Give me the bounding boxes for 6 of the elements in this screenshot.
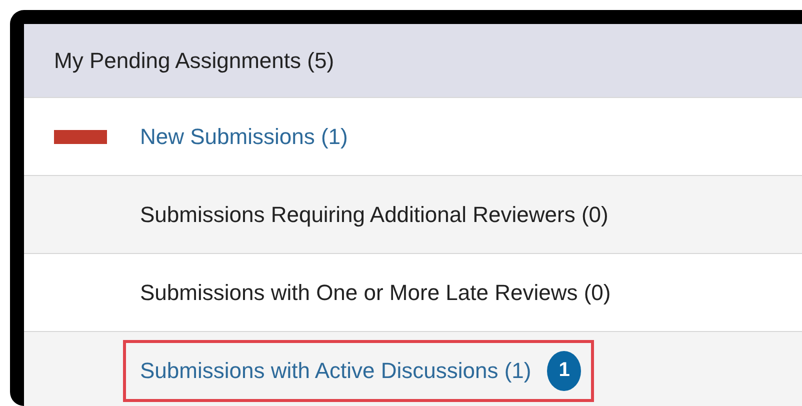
- count-badge: 1: [547, 350, 582, 390]
- assignment-label: Submissions Requiring Additional Reviewers (0): [140, 202, 608, 228]
- assignment-label: Submissions with One or More Late Reviews (0): [140, 280, 611, 306]
- assignment-link[interactable]: New Submissions (1): [140, 124, 348, 150]
- assignment-link[interactable]: Submissions with Active Discussions (1): [140, 358, 532, 384]
- panel-header: My Pending Assignments (5): [24, 24, 802, 97]
